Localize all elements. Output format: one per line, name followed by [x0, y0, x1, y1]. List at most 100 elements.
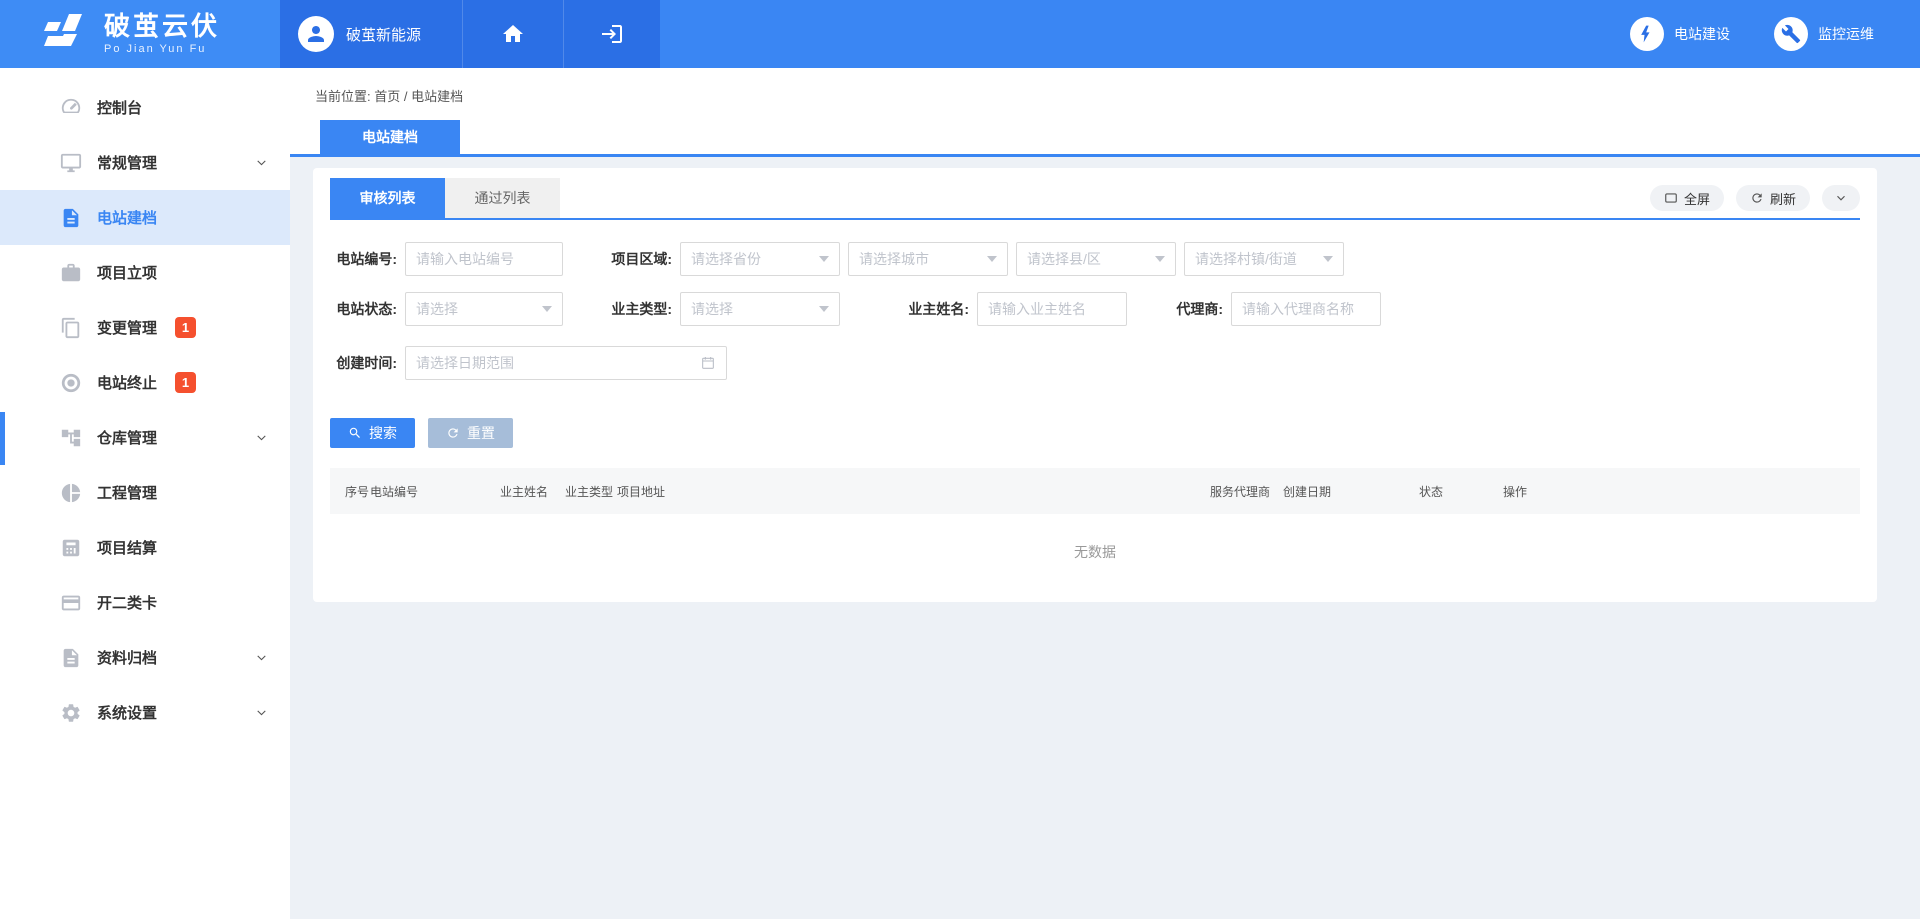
owner-type-select[interactable]: 请选择 — [680, 292, 840, 326]
select-caret-icon — [1323, 256, 1333, 262]
top-strip: 当前位置: 首页 / 电站建档 电站建档 — [290, 68, 1920, 157]
chevron-down-icon — [255, 706, 268, 719]
city-select[interactable]: 请选择城市 — [848, 242, 1008, 276]
page-tab-station-archive[interactable]: 电站建档 — [320, 120, 460, 154]
column-header: 创建日期 — [1283, 483, 1419, 500]
header-mode-switcher: 电站建设 监控运维 — [1630, 0, 1920, 68]
logo: 破茧云伏 Po Jian Yun Fu — [0, 0, 280, 68]
mode-icon-circle — [1630, 17, 1664, 51]
sidebar-item-2[interactable]: 电站建档 — [0, 190, 290, 245]
monitor-icon — [60, 152, 82, 174]
column-header: 项目地址 — [617, 483, 1210, 500]
mode-icon-circle — [1774, 17, 1808, 51]
panel-card: 审核列表 通过列表 全屏 刷新 电站编号:请输入电站编号项目区 — [313, 168, 1877, 602]
chevron-down-icon — [1834, 191, 1848, 205]
column-header: 服务代理商 — [1210, 483, 1283, 500]
station-status-select[interactable]: 请选择 — [405, 292, 563, 326]
fullscreen-icon — [1664, 191, 1678, 205]
create-time-date[interactable]: 请选择日期范围 — [405, 346, 727, 380]
pie-chart-icon — [60, 482, 82, 504]
sidebar-item-3[interactable]: 项目立项 — [0, 245, 290, 300]
sidebar-item-7[interactable]: 工程管理 — [0, 465, 290, 520]
filter-row-2: 电站状态:请选择业主类型:请选择业主姓名:请输入业主姓名代理商:请输入代理商名称 — [330, 292, 1860, 326]
main-content: 当前位置: 首页 / 电站建档 电站建档 审核列表 通过列表 全屏 刷新 — [290, 68, 1920, 919]
sidebar-item-11[interactable]: 系统设置 — [0, 685, 290, 740]
logout-button[interactable] — [563, 0, 660, 68]
sidebar-item-8[interactable]: 项目结算 — [0, 520, 290, 575]
filter-row-1: 电站编号:请输入电站编号项目区域:请选择省份请选择城市请选择县/区请选择村镇/街… — [330, 242, 1860, 276]
gear-icon — [60, 702, 82, 724]
station-code-placeholder: 请输入电站编号 — [416, 249, 552, 269]
column-header: 业主姓名 — [500, 483, 565, 500]
create-time-placeholder: 请选择日期范围 — [416, 353, 692, 373]
search-icon — [348, 426, 362, 440]
county-select[interactable]: 请选择县/区 — [1016, 242, 1176, 276]
agent-label: 代理商: — [1169, 299, 1231, 319]
sidebar-item-label: 变更管理 — [97, 317, 157, 338]
province-placeholder: 请选择省份 — [691, 249, 813, 269]
province-label: 项目区域: — [605, 249, 680, 269]
sidebar-item-label: 常规管理 — [97, 152, 157, 173]
chevron-down-icon — [255, 431, 268, 444]
sidebar-item-label: 项目立项 — [97, 262, 157, 283]
sidebar-item-5[interactable]: 电站终止1 — [0, 355, 290, 410]
reset-button-label: 重置 — [467, 423, 495, 443]
town-placeholder: 请选择村镇/街道 — [1195, 249, 1317, 269]
owner-name-input[interactable]: 请输入业主姓名 — [977, 292, 1127, 326]
reset-icon — [446, 426, 460, 440]
table-header: 序号电站编号业主姓名业主类型项目地址服务代理商创建日期状态操作 — [330, 468, 1860, 514]
tab-passed-list[interactable]: 通过列表 — [445, 178, 560, 218]
mode-construction[interactable]: 电站建设 — [1630, 17, 1730, 51]
owner-type-placeholder: 请选择 — [691, 299, 813, 319]
sidebar-item-6[interactable]: 仓库管理 — [0, 410, 290, 465]
sidebar-item-0[interactable]: 控制台 — [0, 80, 290, 135]
reset-button[interactable]: 重置 — [428, 418, 513, 448]
collapse-button[interactable] — [1822, 185, 1860, 211]
archive-icon — [60, 647, 82, 669]
sidebar-item-label: 资料归档 — [97, 647, 157, 668]
fullscreen-label: 全屏 — [1684, 189, 1710, 208]
tab-review-list[interactable]: 审核列表 — [330, 178, 445, 218]
mode-monitoring[interactable]: 监控运维 — [1774, 17, 1874, 51]
dashboard-icon — [60, 97, 82, 119]
filter-row-3: 创建时间:请选择日期范围 — [330, 346, 1860, 380]
province-select[interactable]: 请选择省份 — [680, 242, 840, 276]
sidebar-item-label: 工程管理 — [97, 482, 157, 503]
select-caret-icon — [987, 256, 997, 262]
select-caret-icon — [542, 306, 552, 312]
breadcrumb: 当前位置: 首页 / 电站建档 — [290, 86, 1920, 105]
sidebar-item-9[interactable]: 开二类卡 — [0, 575, 290, 630]
sidebar-item-10[interactable]: 资料归档 — [0, 630, 290, 685]
column-header: 电站编号 — [370, 483, 500, 500]
town-select[interactable]: 请选择村镇/街道 — [1184, 242, 1344, 276]
station-code-input[interactable]: 请输入电站编号 — [405, 242, 563, 276]
sidebar-item-1[interactable]: 常规管理 — [0, 135, 290, 190]
refresh-label: 刷新 — [1770, 189, 1796, 208]
calculator-icon — [60, 537, 82, 559]
sign-in-icon — [600, 22, 624, 46]
filters: 电站编号:请输入电站编号项目区域:请选择省份请选择城市请选择县/区请选择村镇/街… — [330, 242, 1860, 380]
sidebar-scrollbar-thumb[interactable] — [0, 412, 5, 465]
county-placeholder: 请选择县/区 — [1027, 249, 1149, 269]
search-button[interactable]: 搜索 — [330, 418, 415, 448]
fullscreen-button[interactable]: 全屏 — [1650, 185, 1724, 211]
wrench-icon — [1781, 24, 1801, 44]
sidebar-item-4[interactable]: 变更管理 1 — [0, 300, 290, 355]
sidebar: 控制台常规管理电站建档项目立项变更管理 1 电站终止1仓库管理工程管理项目结算开二类… — [0, 68, 290, 919]
agent-input[interactable]: 请输入代理商名称 — [1231, 292, 1381, 326]
logo-title: 破茧云伏 — [104, 13, 220, 40]
company-name: 破茧新能源 — [346, 24, 421, 45]
header-spacer — [660, 0, 1630, 68]
agent-placeholder: 请输入代理商名称 — [1242, 299, 1370, 319]
sitemap-icon — [60, 427, 82, 449]
refresh-button[interactable]: 刷新 — [1736, 185, 1810, 211]
home-icon — [501, 22, 525, 46]
notification-badge: 1 — [175, 317, 196, 338]
breadcrumb-path[interactable]: 首页 / 电站建档 — [374, 89, 463, 104]
avatar[interactable] — [298, 16, 334, 52]
home-button[interactable] — [462, 0, 563, 68]
filter-actions: 搜索 重置 — [330, 418, 1860, 448]
column-header: 状态 — [1419, 483, 1503, 500]
user-menu[interactable]: 破茧新能源 — [280, 0, 462, 68]
mode-label: 监控运维 — [1818, 24, 1874, 44]
